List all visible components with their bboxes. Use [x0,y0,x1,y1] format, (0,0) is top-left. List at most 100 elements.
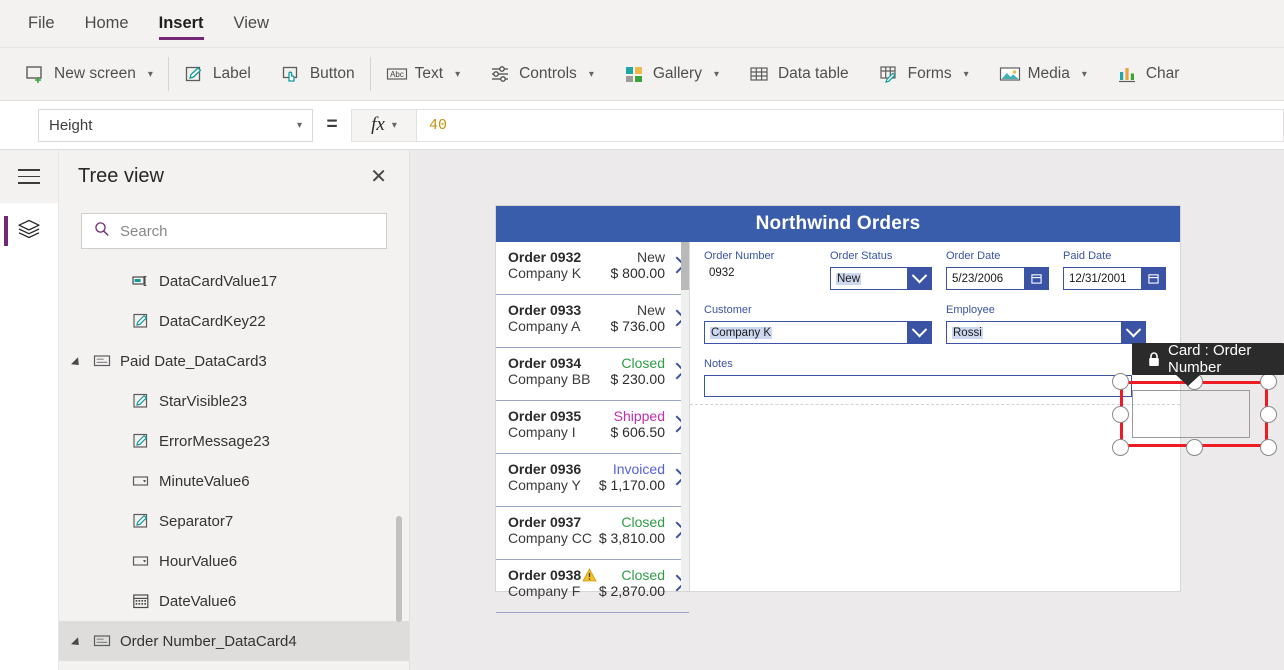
tree-item-minutevalue6[interactable]: MinuteValue6 [59,461,409,501]
ribbon-charts-button[interactable]: Char [1102,48,1195,100]
calendar-icon[interactable] [1141,268,1165,289]
ribbon-forms-button[interactable]: Forms ▾ [864,48,984,100]
chevron-down-icon[interactable] [907,268,931,289]
fx-button[interactable]: fx ▾ [351,108,417,142]
chevron-down-icon: ▾ [147,68,153,80]
app-screen: Northwind Orders Order 0932 New Company K $… [496,206,1180,613]
gallery-order-status: Shipped [613,408,665,424]
gallery-row[interactable]: Order 0933 New Company A $ 736.00 [496,295,689,348]
notes-input[interactable] [704,375,1132,397]
data-table-icon [749,64,769,84]
gallery-row[interactable]: Order 0936 Invoiced Company Y $ 1,170.00 [496,454,689,507]
field-value[interactable]: 0932 [704,267,816,279]
tree-item-label: DataCardKey22 [159,312,266,330]
controls-icon [490,64,510,84]
menu-item-file[interactable]: File [28,0,55,48]
property-selector[interactable]: Height ▾ [38,108,313,142]
chevron-down-icon: ▾ [1081,68,1087,80]
ribbon-label: Button [309,65,355,82]
label-icon [132,432,150,450]
ribbon-text-button[interactable]: Abc Text ▾ [371,48,475,100]
menu-item-home[interactable]: Home [85,0,129,48]
field-label: Order Date [946,250,1001,262]
menu-item-view[interactable]: View [234,0,269,48]
field-employee: Employee Rossi [946,304,1146,344]
ribbon-controls-button[interactable]: Controls ▾ [475,48,609,100]
menu-item-insert[interactable]: Insert [158,0,204,48]
calendar-icon[interactable] [1024,268,1048,289]
resize-handle[interactable] [1111,372,1129,390]
ribbon-media-button[interactable]: Media ▾ [984,48,1102,100]
gallery-order-status: Closed [621,567,665,583]
gallery-scrollbar[interactable] [681,242,689,591]
tree-item-hourvalue6[interactable]: HourValue6 [59,541,409,581]
expand-collapse-icon[interactable] [73,356,84,367]
date-picker-icon [132,592,150,610]
gallery-row[interactable]: Order 0938 Closed Company F $ 2,870.00 [496,560,689,613]
order-date-picker[interactable]: 5/23/2006 [946,267,1049,290]
ribbon-button-button[interactable]: Button [266,48,370,100]
formula-input[interactable]: 40 [417,108,1284,142]
tree-item-datevalue6[interactable]: DateValue6 [59,581,409,621]
tree-item-label: Order Number_DataCard4 [120,632,297,650]
hamburger-icon [18,164,40,189]
form-divider [690,404,1180,405]
menu-item-label: Home [84,14,129,32]
employee-dropdown[interactable]: Rossi [946,321,1146,344]
gallery-order-amount: $ 2,870.00 [598,583,665,599]
orders-gallery[interactable]: Order 0932 New Company K $ 800.00 Order 0933… [496,242,690,613]
gallery-row[interactable]: Order 0935 Shipped Company I $ 606.50 [496,401,689,454]
app-canvas: Northwind Orders Order 0932 New Company K $… [410,150,1284,670]
gallery-icon [624,64,644,84]
tree-item-order-number-datacard4[interactable]: Order Number_DataCard4 [59,621,409,661]
tree-view-header: Tree view ✕ [59,150,409,203]
gallery-order-status: New [636,249,665,265]
customer-dropdown[interactable]: Company K [704,321,932,344]
gallery-order-number: Order 0936 [508,461,582,477]
app-title-bar: Northwind Orders [496,206,1180,242]
resize-handle[interactable] [1259,438,1277,456]
ribbon-label: Forms [907,65,952,82]
resize-handle[interactable] [1259,405,1277,423]
gallery-row[interactable]: Order 0934 Closed Company BB $ 230.00 [496,348,689,401]
order-status-dropdown[interactable]: New [830,267,932,290]
tree-item-datacardkey22[interactable]: DataCardKey22 [59,301,409,341]
tree-item-paid-date-datacard3[interactable]: Paid Date_DataCard3 [59,341,409,381]
resize-handle[interactable] [1111,438,1129,456]
resize-handle[interactable] [1185,438,1203,456]
paid-date-picker[interactable]: 12/31/2001 [1063,267,1166,290]
label-icon [132,312,150,330]
chevron-down-icon[interactable] [907,322,931,343]
tree-scrollbar-thumb[interactable] [396,516,402,622]
chevron-down-icon[interactable] [1121,322,1145,343]
hamburger-menu-button[interactable] [0,150,58,203]
tree-item-datacardvalue17[interactable]: DataCardValue17 [59,261,409,301]
search-input[interactable]: Search [81,213,387,249]
ribbon-label-button[interactable]: Label [169,48,266,100]
main-body: Tree view ✕ Search DataCardValue17 DataCa… [0,150,1284,670]
fx-icon: fx [371,114,385,135]
rail-item-tree-view[interactable] [0,203,58,259]
card-tooltip-label: Card : Order Number [1168,342,1252,376]
resize-handle[interactable] [1111,405,1129,423]
gallery-scrollbar-thumb[interactable] [681,242,689,290]
tree-item-separator7[interactable]: Separator7 [59,501,409,541]
tree-item-label: DateValue6 [159,592,237,610]
gallery-row[interactable]: Order 0932 New Company K $ 800.00 [496,242,689,295]
chevron-down-icon: ▾ [588,68,594,80]
text-input-icon [132,272,150,290]
menu-bar: File Home Insert View [0,0,1284,48]
ribbon-new-screen-button[interactable]: New screen ▾ [0,48,168,100]
gallery-company-name: Company K [508,265,582,281]
close-icon[interactable]: ✕ [370,167,387,187]
ribbon-data-table-button[interactable]: Data table [734,48,864,100]
chevron-down-icon: ▾ [963,68,969,80]
tree-item-errormessage23[interactable]: ErrorMessage23 [59,421,409,461]
tree-view-list: DataCardValue17 DataCardKey22 Paid Date_Da… [59,261,409,670]
field-value: Rossi [952,326,983,339]
expand-collapse-icon[interactable] [73,636,84,647]
gallery-company-name: Company F [508,583,581,599]
ribbon-gallery-button[interactable]: Gallery ▾ [609,48,734,100]
tree-item-starvisible23[interactable]: StarVisible23 [59,381,409,421]
gallery-row[interactable]: Order 0937 Closed Company CC $ 3,810.00 [496,507,689,560]
